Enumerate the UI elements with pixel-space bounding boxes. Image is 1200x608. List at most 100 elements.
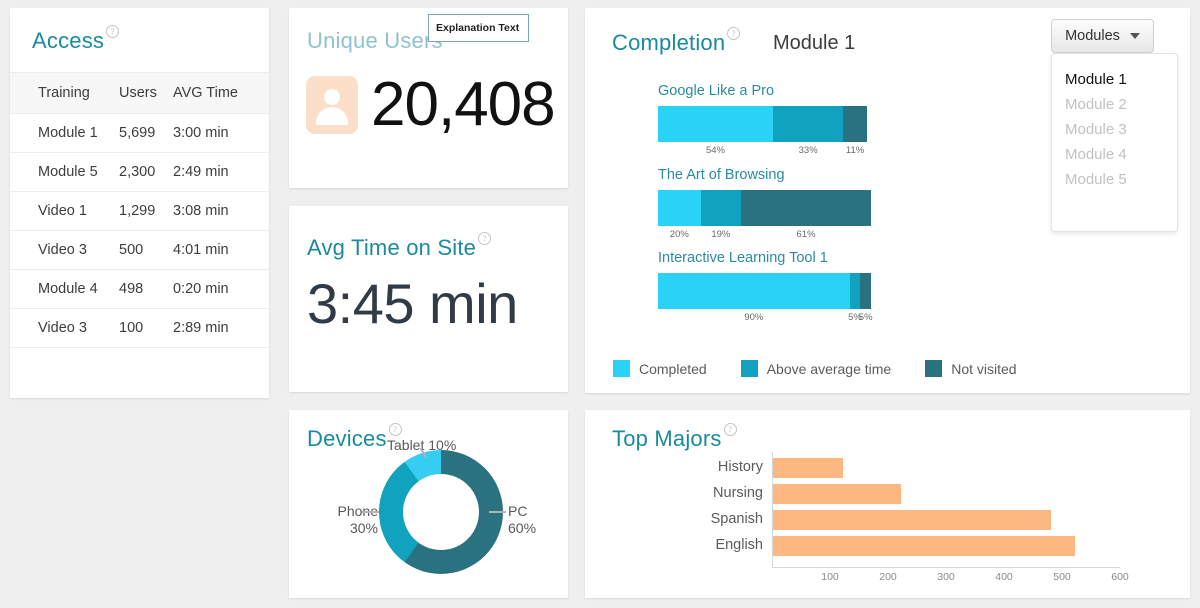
top-majors-chart: History Nursing Spanish English 100 200 300 400… (711, 452, 1129, 583)
stacked-bar-segment[interactable] (658, 190, 701, 226)
access-title-text: Access (32, 28, 105, 53)
stacked-bar-segment[interactable] (860, 273, 871, 309)
avg-time-title-text: Avg Time on Site (307, 235, 477, 260)
legend-swatch (740, 360, 758, 377)
completion-bar-label: Google Like a Pro (658, 83, 775, 99)
cell-users: 5,699 (119, 113, 173, 153)
donut-hole (403, 474, 479, 550)
x-axis-tick-label: 100 (821, 571, 839, 583)
modules-menu-item[interactable]: Module 2 (1052, 92, 1177, 117)
donut-leader-phone (362, 511, 379, 513)
major-category-label: Spanish (710, 511, 763, 527)
legend-swatch (925, 360, 943, 377)
column-header-avg-time: AVG Time (173, 72, 269, 114)
donut-label-pc: PC 60% (508, 503, 536, 537)
modules-menu-item[interactable]: Module 3 (1052, 117, 1177, 142)
modules-menu-item[interactable]: Module 5 (1052, 167, 1177, 192)
cell-training: Video 3 (10, 308, 119, 348)
modules-dropdown-menu[interactable]: Module 1 Module 2 Module 3 Module 4 Module 5 (1051, 53, 1178, 232)
access-table: Training Users AVG Time Module 1 5,699 3:0… (10, 72, 269, 404)
donut-label-pc-name: PC (508, 503, 528, 519)
completion-bar-group: Interactive Learning Tool 1 90% 5% 5% (658, 250, 873, 328)
page-title-unique-users: Unique Users (307, 28, 443, 53)
stacked-bar-segment[interactable] (773, 106, 844, 142)
table-header-row: Training Users AVG Time (10, 72, 269, 114)
major-bar[interactable] (773, 510, 1052, 530)
modules-dropdown-button[interactable]: Modules (1051, 19, 1154, 53)
major-row: History (718, 458, 843, 478)
modules-dropdown-label: Modules (1065, 28, 1120, 44)
legend-item[interactable]: Completed (613, 360, 707, 377)
stacked-bar-segment[interactable] (700, 190, 742, 226)
cell-avg-time: 4:01 min (173, 230, 269, 270)
stacked-bar-segment[interactable] (843, 106, 867, 142)
help-circle-icon[interactable]: ? (106, 24, 120, 38)
completion-bar-group: The Art of Browsing 20% 19% 61% (658, 167, 871, 245)
stacked-bar-percent-label: 20% (669, 229, 689, 240)
stacked-bar[interactable] (658, 190, 871, 226)
donut-label-phone-pct: 30% (349, 520, 378, 536)
help-circle-icon[interactable]: ? (478, 231, 492, 245)
page-title-access: Access? (32, 24, 120, 54)
cell-training: Module 1 (10, 113, 119, 153)
page-title-top-majors: Top Majors? (612, 422, 737, 452)
completion-bar-group: Google Like a Pro 54% 33% 11% (658, 83, 871, 161)
stacked-bar[interactable] (658, 106, 871, 142)
cell-users: 100 (119, 308, 173, 348)
table-row: Module 4 498 0:20 min (10, 269, 269, 309)
user-avatar-icon (306, 76, 358, 134)
x-axis-tick-label: 300 (937, 571, 955, 583)
avg-time-on-site-card: Avg Time on Site? 3:45 min (289, 206, 568, 392)
legend-label: Not visited (951, 360, 1017, 377)
stacked-bar-segment[interactable] (658, 106, 774, 142)
devices-title-text: Devices (307, 426, 387, 451)
help-circle-icon[interactable]: ? (727, 26, 741, 40)
cell-avg-time: 3:00 min (173, 113, 269, 153)
stacked-bar-percent-label: 54% (705, 145, 726, 156)
table-row: Module 1 5,699 3:00 min (10, 113, 269, 153)
major-category-label: History (717, 459, 763, 475)
completion-title-text: Completion (612, 30, 726, 55)
stacked-bar[interactable] (658, 273, 871, 309)
x-axis-tick-label: 200 (879, 571, 897, 583)
donut-label-phone: Phone 30% (328, 503, 378, 537)
explanation-tooltip: Explanation Text (428, 14, 529, 42)
modules-menu-item[interactable]: Module 4 (1052, 142, 1177, 167)
major-category-label: English (715, 537, 763, 553)
cell-avg-time: 2:89 min (173, 308, 269, 348)
table-row: Video 3 100 2:89 min (10, 308, 269, 348)
cell-training: Module 4 (10, 269, 119, 309)
cell-users: 500 (119, 230, 173, 270)
top-majors-title-text: Top Majors (612, 426, 722, 451)
legend-item[interactable]: Above average time (740, 360, 892, 377)
devices-donut-chart (379, 450, 503, 574)
stacked-bar-percent-label: 11% (845, 145, 865, 156)
completion-subtitle: Module 1 (773, 32, 856, 54)
legend-item[interactable]: Not visited (925, 360, 1017, 377)
stacked-bar-segment[interactable] (849, 273, 861, 309)
major-bar[interactable] (773, 536, 1075, 556)
stacked-bar-percent-labels: 54% 33% 11% (658, 145, 871, 161)
cell-avg-time: 0:20 min (173, 269, 269, 309)
stacked-bar-segment[interactable] (741, 190, 871, 226)
cell-avg-time: 3:08 min (173, 191, 269, 231)
legend-label: Above average time (766, 360, 892, 377)
help-circle-icon[interactable]: ? (388, 422, 402, 436)
stacked-bar-percent-labels: 90% 5% 5% (658, 312, 872, 328)
stacked-bar-percent-label: 61% (796, 229, 816, 240)
cell-users: 2,300 (119, 152, 173, 192)
cell-users: 498 (119, 269, 173, 309)
major-bar[interactable] (773, 484, 901, 504)
help-circle-icon[interactable]: ? (723, 422, 737, 436)
table-row-empty (10, 348, 269, 405)
modules-menu-item[interactable]: Module 1 (1052, 67, 1177, 92)
stacked-bar-segment[interactable] (658, 273, 850, 309)
donut-leader-pc (489, 511, 506, 513)
stacked-bar-percent-label: 33% (798, 145, 818, 156)
cell-training: Video 3 (10, 230, 119, 270)
access-card: Access? Training Users AVG Time Module 1… (10, 8, 269, 398)
column-header-training: Training (10, 72, 119, 114)
donut-label-pc-pct: 60% (508, 520, 537, 536)
major-bar[interactable] (773, 458, 843, 478)
table-row: Video 1 1,299 3:08 min (10, 191, 269, 231)
